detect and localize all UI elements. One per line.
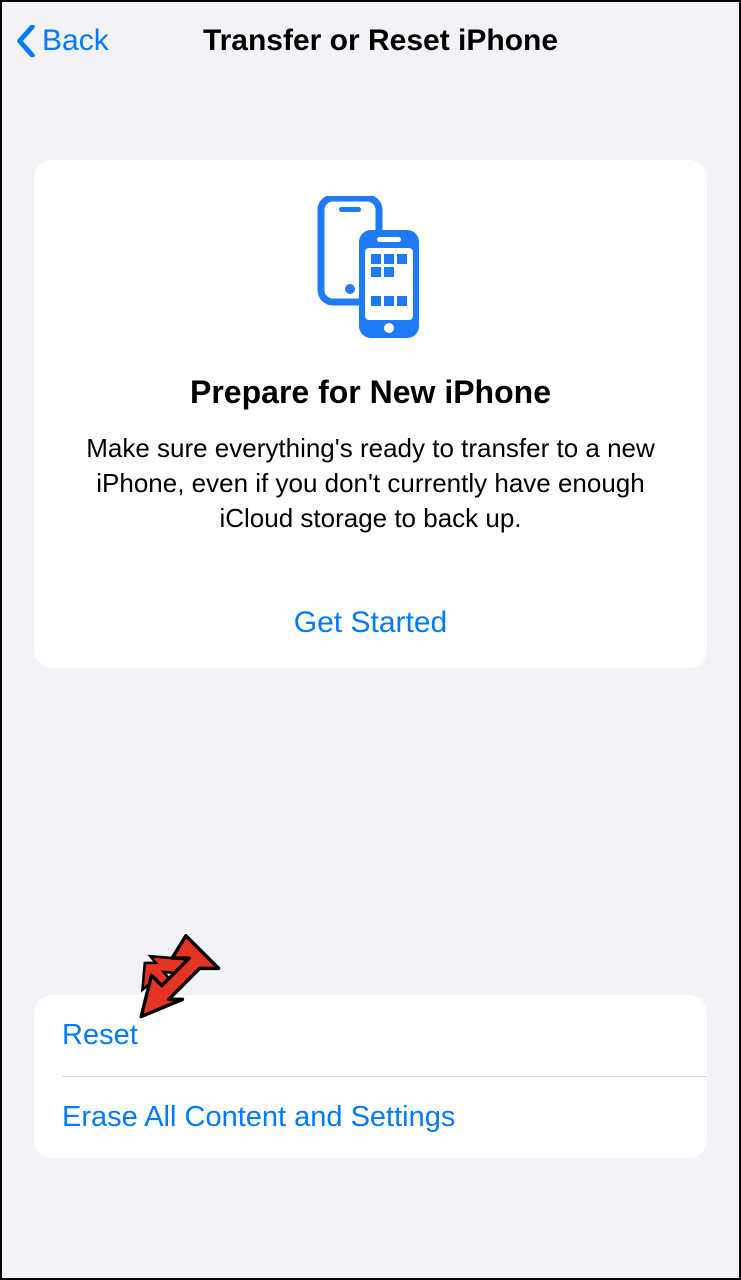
navigation-header: Back Transfer or Reset iPhone [2, 2, 739, 80]
two-iphones-icon [62, 196, 679, 346]
back-button[interactable]: Back [16, 24, 109, 58]
page-title: Transfer or Reset iPhone [36, 24, 725, 58]
back-label: Back [42, 24, 109, 58]
prepare-card: Prepare for New iPhone Make sure everyth… [34, 160, 707, 668]
prepare-title: Prepare for New iPhone [62, 374, 679, 411]
chevron-left-icon [16, 25, 36, 57]
get-started-button[interactable]: Get Started [294, 606, 447, 640]
prepare-description: Make sure everything's ready to transfer… [62, 431, 679, 536]
options-list: Reset Erase All Content and Settings [34, 995, 707, 1158]
erase-all-option[interactable]: Erase All Content and Settings [34, 1077, 707, 1158]
reset-option[interactable]: Reset [34, 995, 707, 1076]
